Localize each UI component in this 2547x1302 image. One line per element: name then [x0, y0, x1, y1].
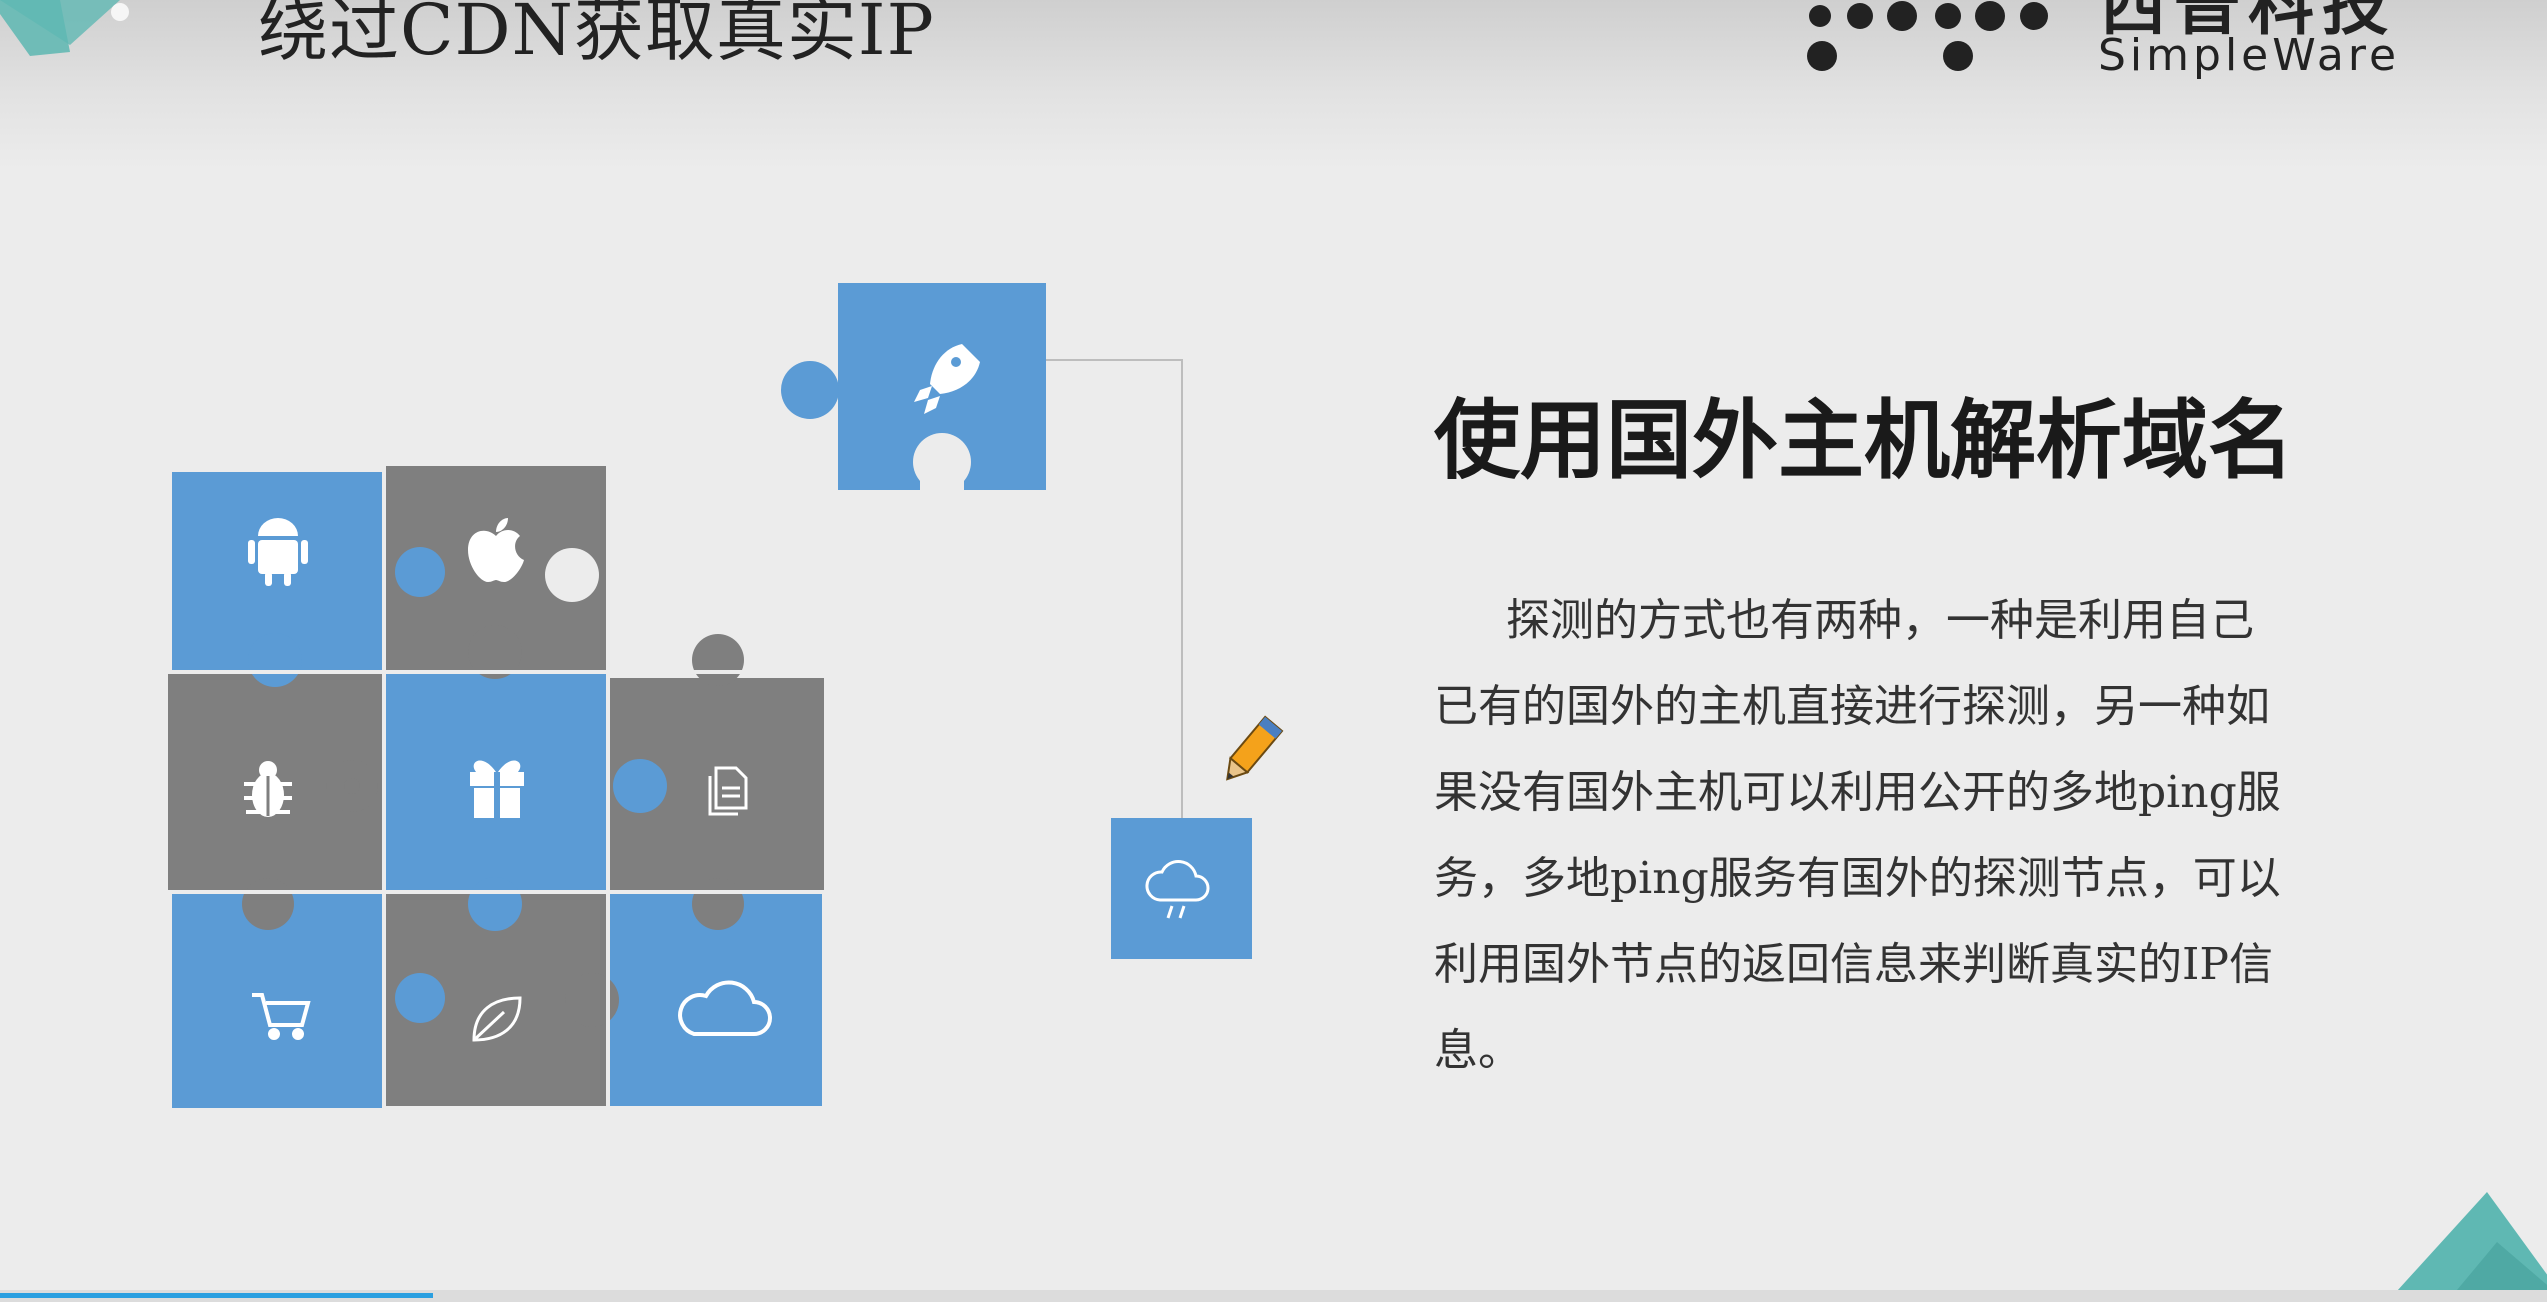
- section-heading: 使用国外主机解析域名: [1434, 391, 2294, 491]
- logo-english-name: SimpleWare: [2098, 30, 2401, 81]
- presentation-slide: 绕过CDN获取真实IP 西普科技 SimpleWare 使用国外主机解析域名 探…: [0, 0, 2547, 1302]
- puzzle-graphic: [165, 283, 1284, 1110]
- small-tile: [1111, 818, 1252, 959]
- playback-progress-fill: [0, 1293, 433, 1298]
- connector-line: [1046, 359, 1183, 820]
- company-logo: 西普科技 SimpleWare: [1790, 0, 2450, 90]
- corner-decoration-bottom-right: [2387, 1192, 2547, 1302]
- pencil-icon: [1226, 715, 1284, 781]
- playback-progress-bar[interactable]: [0, 1290, 2547, 1302]
- body-paragraph: 探测的方式也有两种，一种是利用自己已有的国外的主机直接进行探测，另一种如果没有国…: [1434, 595, 2281, 1076]
- logo-dots-icon: [1807, 1, 2048, 71]
